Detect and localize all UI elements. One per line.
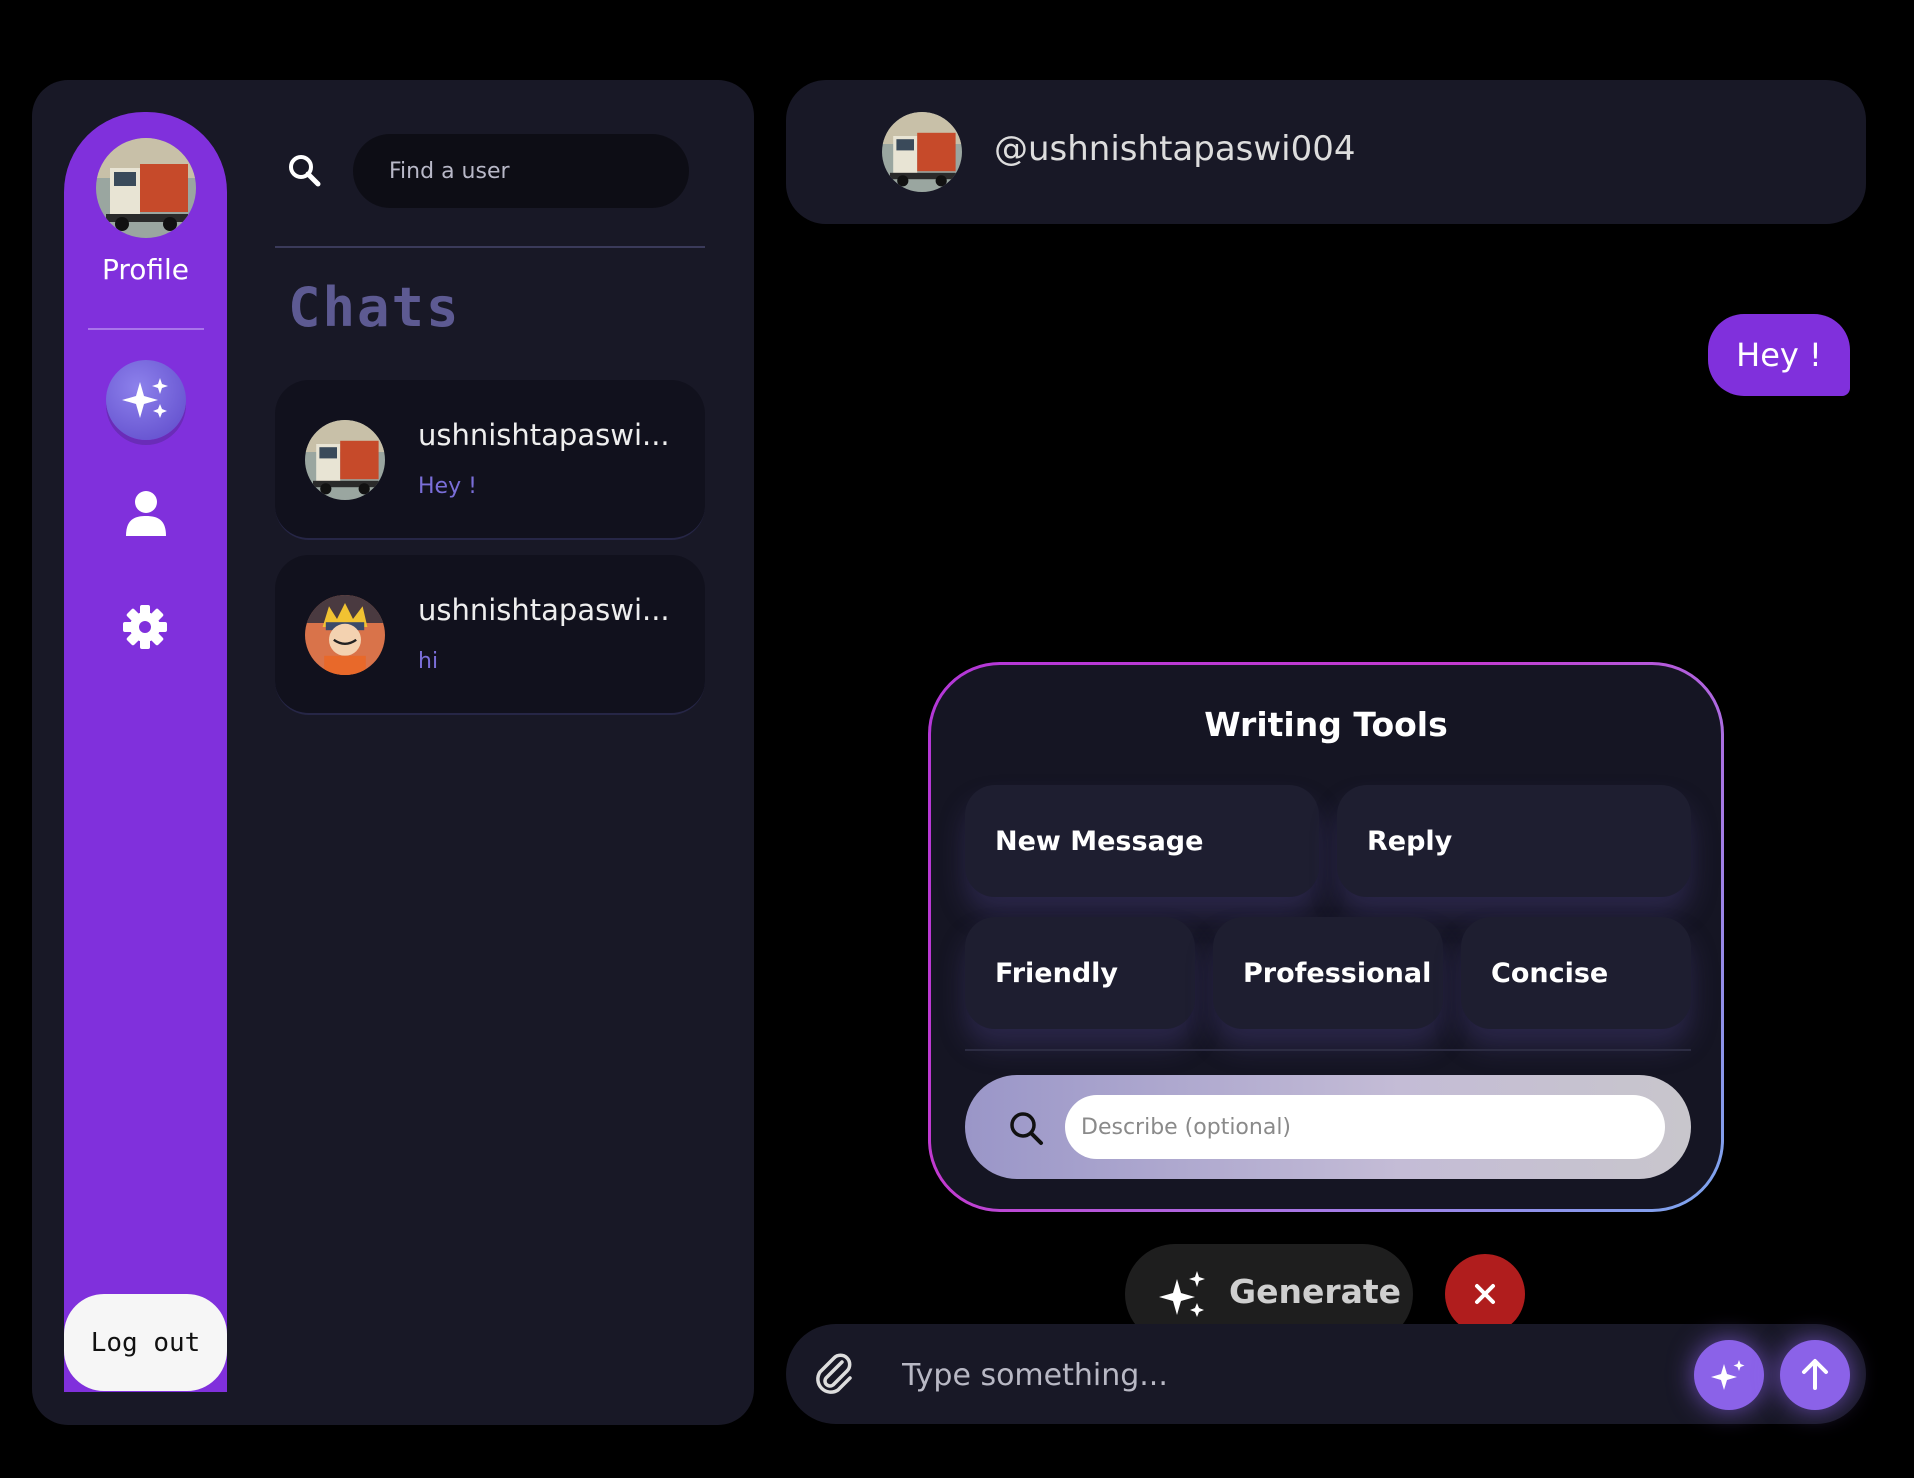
friendly-button[interactable]: Friendly bbox=[965, 917, 1195, 1029]
sparkle-icon bbox=[1711, 1360, 1745, 1390]
reply-button[interactable]: Reply bbox=[1337, 785, 1691, 897]
header-avatar[interactable] bbox=[882, 112, 962, 192]
search-input[interactable] bbox=[353, 134, 689, 208]
logout-button[interactable]: Log out bbox=[64, 1294, 227, 1391]
new-message-button[interactable]: New Message bbox=[965, 785, 1319, 897]
describe-field bbox=[1065, 1095, 1665, 1159]
message-bubble-sent: Hey ! bbox=[1708, 314, 1850, 396]
chat-list-item[interactable]: ushnishtapaswi... hi bbox=[275, 555, 705, 715]
chat-name: ushnishtapaswi... bbox=[418, 593, 670, 627]
avatar bbox=[305, 595, 385, 675]
ai-assist-button[interactable] bbox=[1694, 1340, 1764, 1410]
avatar bbox=[305, 420, 385, 500]
chat-name: ushnishtapaswi... bbox=[418, 418, 670, 452]
close-icon bbox=[1475, 1284, 1495, 1304]
professional-button[interactable]: Professional bbox=[1213, 917, 1443, 1029]
chat-username: @ushnishtapaswi004 bbox=[994, 129, 1356, 169]
profile-avatar[interactable] bbox=[96, 138, 196, 238]
writing-tools-title: Writing Tools bbox=[1204, 705, 1448, 744]
describe-bar bbox=[965, 1075, 1691, 1179]
gear-icon[interactable] bbox=[122, 604, 168, 650]
chats-heading: Chats bbox=[288, 276, 461, 339]
user-icon[interactable] bbox=[124, 490, 168, 536]
writing-tools-panel: Writing Tools New Message Reply Friendly… bbox=[928, 662, 1724, 1212]
paperclip-icon[interactable] bbox=[814, 1352, 858, 1396]
sidebar bbox=[64, 112, 227, 1392]
search-icon[interactable] bbox=[286, 152, 322, 188]
sparkle-icon bbox=[122, 378, 168, 418]
search-field bbox=[353, 134, 689, 208]
message-input[interactable] bbox=[900, 1344, 1664, 1406]
send-button[interactable] bbox=[1780, 1340, 1850, 1410]
chat-preview: hi bbox=[418, 649, 439, 674]
close-button[interactable] bbox=[1445, 1254, 1525, 1334]
chat-list-item[interactable]: ushnishtapaswi... Hey ! bbox=[275, 380, 705, 540]
search-divider bbox=[275, 246, 705, 248]
chat-preview: Hey ! bbox=[418, 474, 477, 499]
sparkle-icon bbox=[1159, 1271, 1205, 1317]
arrow-up-icon bbox=[1802, 1359, 1828, 1390]
writing-tools-divider bbox=[965, 1049, 1691, 1051]
sidebar-divider bbox=[88, 328, 204, 330]
ai-sparkle-button[interactable] bbox=[106, 360, 186, 440]
profile-label[interactable]: Profile bbox=[64, 253, 227, 286]
concise-button[interactable]: Concise bbox=[1461, 917, 1691, 1029]
generate-label: Generate bbox=[1229, 1272, 1402, 1311]
search-icon bbox=[1007, 1109, 1045, 1147]
describe-input[interactable] bbox=[1065, 1095, 1665, 1159]
